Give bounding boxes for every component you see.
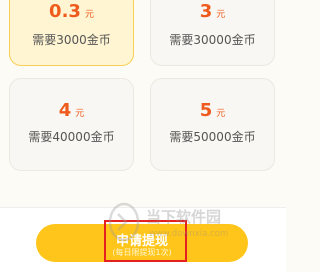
option-card-5-yuan[interactable]: 5元 需要50000金币 — [150, 78, 275, 171]
option-amount: 5 — [199, 100, 213, 121]
option-unit: 元 — [216, 109, 226, 119]
option-coin-requirement: 需要30000金币 — [169, 33, 256, 47]
option-card-0.3-yuan[interactable]: 0.3 元 需要3000金币 — [9, 0, 134, 66]
option-amount-row: 3元 — [151, 1, 274, 22]
option-unit: 元 — [75, 109, 85, 119]
option-amount: 4 — [58, 100, 72, 121]
option-card-4-yuan[interactable]: 4元 需要40000金币 — [9, 78, 134, 171]
option-amount: 3 — [199, 1, 213, 22]
option-amount-row: 4元 — [10, 100, 133, 121]
option-coin-requirement: 需要3000金币 — [32, 33, 111, 47]
option-unit: 元 — [216, 10, 226, 20]
highlight-annotation-box — [104, 220, 187, 262]
option-amount: 0.3 — [49, 1, 81, 22]
option-unit: 元 — [84, 10, 94, 20]
option-coin-requirement: 需要40000金币 — [28, 130, 115, 144]
option-coin-requirement: 需要50000金币 — [169, 130, 256, 144]
option-card-3-yuan[interactable]: 3元 需要30000金币 — [150, 0, 275, 66]
option-amount-row: 5元 — [151, 100, 274, 121]
option-amount-row: 0.3 元 — [10, 1, 133, 22]
